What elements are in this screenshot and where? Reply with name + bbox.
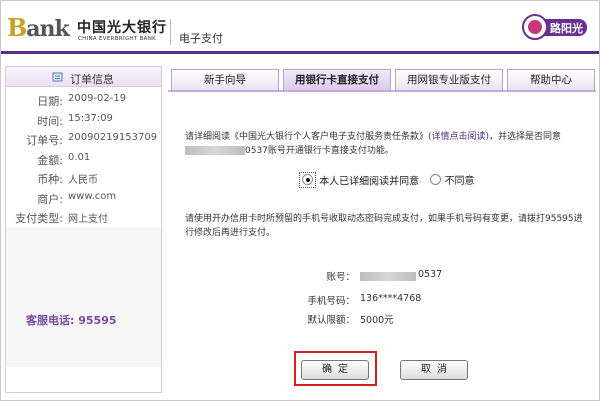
terms-paragraph: 请详细阅读《中国光大银行个人客户电子支付服务责任条款》(详情点击阅读)，并选择是…: [185, 132, 562, 156]
svg-text:路阳光: 路阳光: [550, 21, 583, 35]
confirm-button[interactable]: 确定: [301, 360, 369, 380]
tab-underline: [168, 90, 596, 92]
order-row-time: 时间: 15:37:09: [37, 112, 113, 128]
tab-beginner-guide[interactable]: 新手向导: [171, 69, 279, 91]
bank-name-en: CHINA EVERBRIGHT BANK: [78, 36, 157, 42]
agree-label: 本人已详细阅读并同意: [319, 176, 420, 188]
sunshine-badge-logo: 路阳光: [522, 14, 587, 40]
bank-name-cn: 中国光大银行: [77, 20, 167, 36]
tab-bank-card-direct-pay[interactable]: 用银行卡直接支付: [283, 69, 391, 91]
agree-radio-focus: [299, 172, 316, 188]
clipboard-icon: [52, 72, 63, 82]
limit-row: 默认限额： 5000元: [270, 312, 460, 326]
account-suffix: 0537: [418, 269, 443, 280]
order-row-currency: 币种: 人民币: [37, 173, 98, 186]
payment-content: 请详细阅读《中国光大银行个人客户电子支付服务责任条款》(详情点击阅读)，并选择是…: [170, 96, 594, 396]
agree-radio[interactable]: [302, 174, 313, 185]
tab-ebank-pro-pay[interactable]: 用网银专业版支付: [395, 69, 503, 91]
phone-notice: 请使用开办信用卡时所预留的手机号收取动态密码完成支付，如果手机号码有变更，请拨打…: [185, 214, 583, 238]
disagree-radio[interactable]: [430, 174, 442, 186]
account-label: 账号：: [326, 272, 355, 283]
masked-account: [360, 272, 416, 281]
phone-label: 手机号码：: [307, 296, 355, 307]
header-underline: [1, 51, 599, 54]
cancel-button[interactable]: 取消: [400, 360, 468, 380]
agree-option[interactable]: 本人已详细阅读并同意: [299, 172, 419, 188]
order-row-amount: 金额: 0.01: [37, 151, 91, 167]
section-title: 电子支付: [179, 32, 223, 45]
order-row-date: 日期: 2009-02-19: [37, 93, 127, 108]
phone-row: 手机号码： 136****4768: [270, 293, 460, 307]
order-row-merchant: 商户: www.com: [37, 190, 117, 206]
terms-detail-link[interactable]: (详情点击阅读): [428, 132, 489, 142]
sidebar-filler: [6, 227, 161, 367]
masked-account-number: [185, 146, 245, 155]
disagree-option[interactable]: 不同意: [430, 172, 475, 188]
order-info-panel: 订单信息 日期: 2009-02-19 时间: 15:37:09 订单号: 20090…: [5, 66, 162, 393]
order-info-header: 订单信息: [6, 67, 161, 87]
bank-logo: Bank: [7, 13, 70, 42]
order-info-list: 日期: 2009-02-19 时间: 15:37:09 订单号: 2009021915…: [6, 90, 161, 227]
tab-help-center[interactable]: 帮助中心: [507, 69, 595, 91]
phone-value: 136****4768: [360, 293, 422, 304]
disagree-label: 不同意: [444, 176, 475, 188]
header: Bank 中国光大银行 CHINA EVERBRIGHT BANK 电子支付 路…: [1, 1, 599, 51]
customer-service-hotline: 客服电话: 95595: [26, 314, 117, 327]
account-row: 账号： 0537: [270, 269, 460, 283]
header-divider: [170, 19, 171, 45]
limit-value: 5000元: [360, 315, 394, 326]
order-info-title: 订单信息: [70, 73, 114, 86]
order-row-order-number: 订单号: 20090219153709: [26, 132, 158, 147]
agreement-options: 本人已详细阅读并同意 不同意: [299, 172, 483, 188]
order-row-payment-type: 支付类型: 网上支付: [15, 212, 108, 225]
limit-label: 默认限额：: [307, 315, 355, 326]
